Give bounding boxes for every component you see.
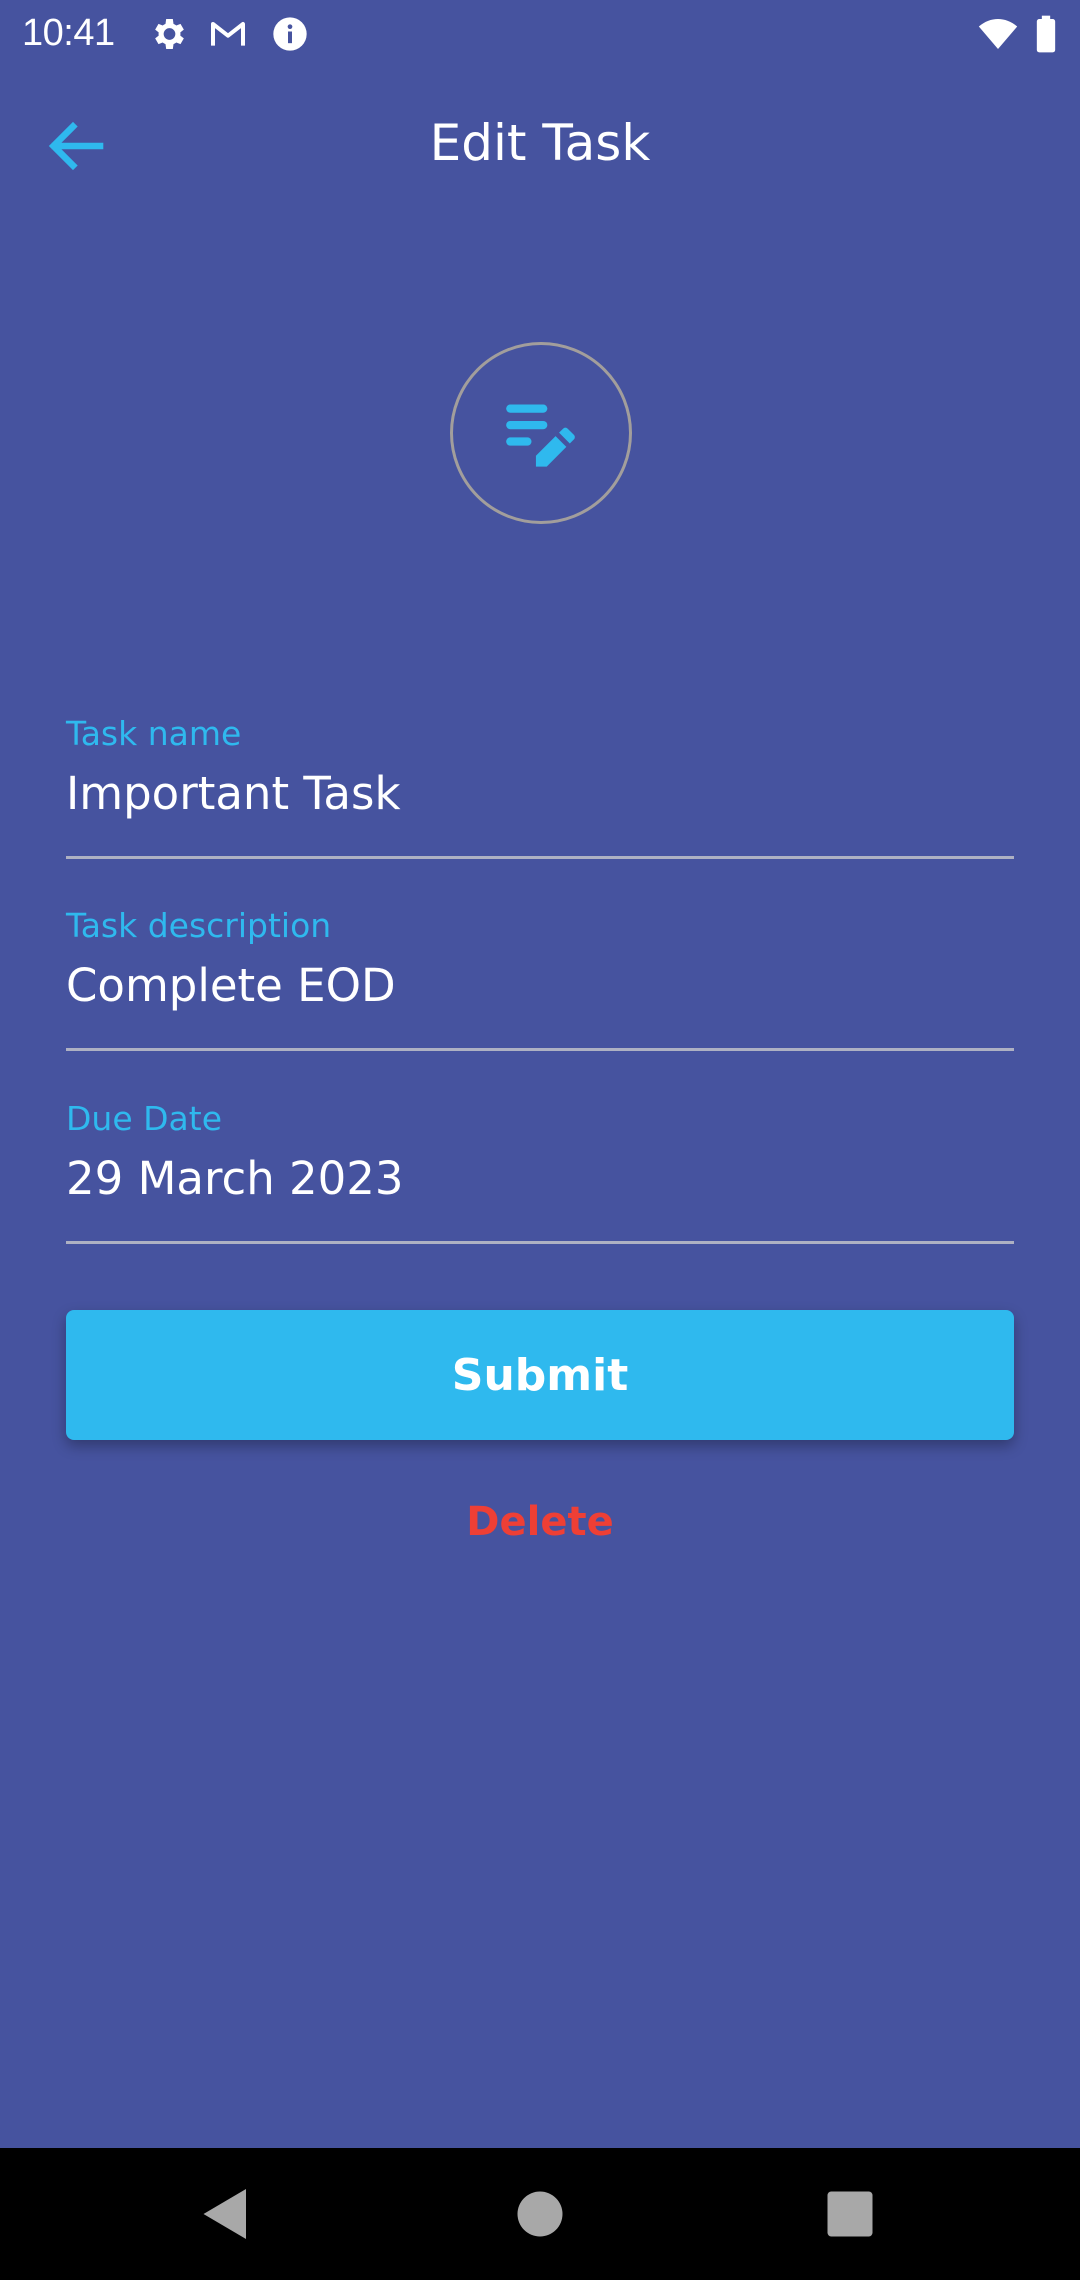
gmail-icon xyxy=(208,14,248,54)
due-date-label: Due Date xyxy=(66,1099,222,1138)
nav-back-button[interactable] xyxy=(196,2184,256,2244)
battery-icon xyxy=(1026,14,1066,54)
recents-square-icon xyxy=(827,2191,873,2237)
task-description-label: Task description xyxy=(66,906,332,945)
delete-button[interactable]: Delete xyxy=(0,1494,1080,1550)
info-icon xyxy=(270,14,310,54)
wifi-icon xyxy=(978,14,1018,54)
task-icon-circle xyxy=(450,342,632,524)
task-description-underline xyxy=(66,1048,1014,1051)
status-bar: 10:41 xyxy=(0,0,1080,64)
task-name-underline xyxy=(66,856,1014,859)
due-date-field[interactable]: Due Date 29 March 2023 xyxy=(66,1097,1014,1267)
task-name-input[interactable]: Important Task xyxy=(66,764,401,824)
due-date-input[interactable]: 29 March 2023 xyxy=(66,1149,404,1209)
system-nav-bar xyxy=(0,2148,1080,2280)
back-triangle-icon xyxy=(203,2189,246,2239)
nav-recents-button[interactable] xyxy=(820,2184,880,2244)
nav-home-button[interactable] xyxy=(510,2184,570,2244)
due-date-underline xyxy=(66,1241,1014,1244)
gear-icon xyxy=(148,14,188,54)
task-description-field[interactable]: Task description Complete EOD xyxy=(66,904,1014,1074)
edit-note-icon xyxy=(506,404,575,467)
app-bar: Edit Task xyxy=(0,80,1080,206)
task-name-field[interactable]: Task name Important Task xyxy=(66,712,1014,882)
task-description-input[interactable]: Complete EOD xyxy=(66,956,396,1016)
home-circle-icon xyxy=(517,2191,563,2237)
submit-button[interactable]: Submit xyxy=(66,1310,1014,1440)
page-title: Edit Task xyxy=(429,114,651,172)
status-time: 10:41 xyxy=(22,12,115,54)
task-name-label: Task name xyxy=(66,714,242,753)
